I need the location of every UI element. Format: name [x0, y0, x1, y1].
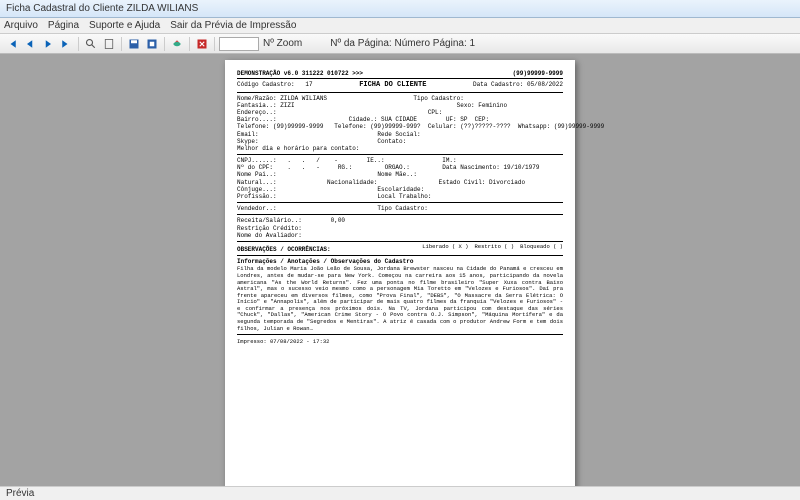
field-profissao: Profissão.: Local Trabalho: [237, 193, 563, 200]
field-cpf: Nº do CPF: . . - RG.: ORGAO.: Data Nasci… [237, 164, 563, 171]
nav-prev-button[interactable] [22, 36, 38, 52]
field-skype: Skype: Contato: [237, 138, 563, 145]
field-conjuge: Cônjuge...: Escolaridade: [237, 186, 563, 193]
zoom-tool-button[interactable] [83, 36, 99, 52]
flag-liberado: Liberado ( X ) [422, 244, 468, 253]
separator [189, 37, 190, 51]
info-title: Informações / Anotações / Observações do… [237, 258, 563, 265]
field-fantasia: Fantasia..: ZIZI Sexo: Feminino [237, 102, 563, 109]
menu-arquivo[interactable]: Arquivo [4, 20, 38, 31]
codigo-label: Código Cadastro: [237, 81, 295, 88]
menu-bar: Arquivo Página Suporte e Ajuda Sair da P… [0, 18, 800, 34]
field-endereco: Endereço..: CPL: [237, 109, 563, 116]
field-cnpj: CNPJ......: . . / - IE..: IM.: [237, 157, 563, 164]
nav-next-button[interactable] [40, 36, 56, 52]
window-titlebar: Ficha Cadastral do Cliente ZILDA WILIANS [0, 0, 800, 18]
status-bar: Prévia [0, 486, 800, 500]
field-restricao: Restrição Crédito: [237, 225, 563, 232]
menu-pagina[interactable]: Página [48, 20, 79, 31]
report-header-right: (99)99999-9999 [513, 70, 563, 77]
impresso-footer: Impresso: 07/08/2022 - 17:32 [237, 339, 563, 346]
field-avaliador: Nome do Avaliador: [237, 232, 563, 239]
field-email: Email: Rede Social: [237, 131, 563, 138]
open-button[interactable] [144, 36, 160, 52]
close-button[interactable] [194, 36, 210, 52]
field-receita: Receita/Salário..: 0,00 [237, 217, 563, 224]
zoom-input[interactable] [219, 37, 259, 51]
separator [78, 37, 79, 51]
field-pai: Nome Pai..: Nome Mãe..: [237, 171, 563, 178]
zoom-label: Nº Zoom [263, 38, 302, 49]
field-bairro: Bairro....: Cidade.: SUA CIDADE UF: SP C… [237, 116, 563, 123]
page-number-label: Nº da Página: Número Página: 1 [330, 38, 475, 49]
separator [214, 37, 215, 51]
codigo-value: 17 [305, 81, 312, 88]
status-text: Prévia [6, 488, 34, 499]
fullpage-button[interactable] [101, 36, 117, 52]
print-button[interactable] [169, 36, 185, 52]
field-nome: Nome/Razão: ZILDA WILIANS Tipo Cadastro: [237, 95, 563, 102]
ficha-title: FICHA DO CLIENTE [359, 81, 426, 89]
report-page: DEMONSTRAÇÃO v6.0 311222 010722 >>> (99)… [225, 60, 575, 486]
field-vendedor: Vendedor..: Tipo Cadastro: [237, 205, 563, 212]
field-melhor-dia: Melhor dia e horário para contato: [237, 145, 563, 152]
toolbar: Nº Zoom Nº da Página: Número Página: 1 [0, 34, 800, 54]
field-telefone: Telefone: (99)99999-9999 Telefone: (99)9… [237, 123, 563, 130]
menu-suporte[interactable]: Suporte e Ajuda [89, 20, 160, 31]
flag-bloqueado: Bloqueado ( ) [520, 244, 563, 253]
separator [164, 37, 165, 51]
flag-restrito: Restrito ( ) [474, 244, 514, 253]
field-natural: Natural...: Nacionalidade: Estado Civil:… [237, 179, 563, 186]
obs-title: OBSERVAÇÕES / OCORRÊNCIAS: [237, 246, 331, 253]
nav-first-button[interactable] [4, 36, 20, 52]
menu-sair[interactable]: Sair da Prévia de Impressão [170, 20, 296, 31]
save-button[interactable] [126, 36, 142, 52]
separator [121, 37, 122, 51]
data-cadastro: Data Cadastro: 05/08/2022 [473, 81, 563, 89]
report-header-left: DEMONSTRAÇÃO v6.0 311222 010722 >>> [237, 70, 363, 77]
obs-text: Filha da modelo Maria João Leão de Sousa… [237, 266, 563, 332]
preview-workspace: DEMONSTRAÇÃO v6.0 311222 010722 >>> (99)… [0, 54, 800, 486]
nav-last-button[interactable] [58, 36, 74, 52]
window-title: Ficha Cadastral do Cliente ZILDA WILIANS [6, 3, 198, 14]
